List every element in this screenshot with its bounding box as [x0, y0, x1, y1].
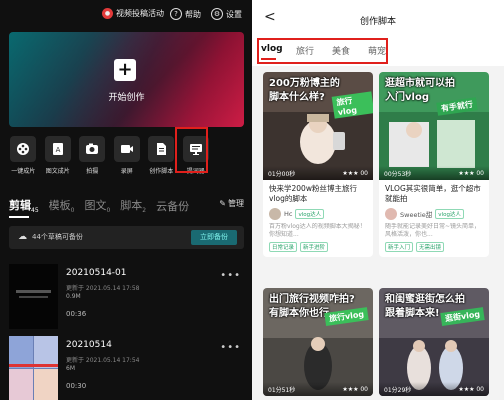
- author-badge: vlog达人: [295, 209, 325, 219]
- script-card-title: 快来学200w粉丝博主旅行vlog的脚本: [269, 184, 357, 203]
- highlight-annotation-box: [175, 127, 208, 173]
- creation-script-screen: < 创作脚本 vlog 旅行 美食 萌宠 200万粉博主的 脚本什么样? 旅行vl…: [252, 0, 504, 400]
- plus-icon: +: [114, 59, 136, 81]
- question-icon: ?: [170, 8, 182, 20]
- tab-image-text[interactable]: 图文0: [84, 197, 110, 214]
- script-card[interactable]: 逛超市就可以拍 入门vlog 有手就行 00分53秒 ★★★ 00 VLOG其实很简…: [379, 72, 489, 257]
- tab-templates[interactable]: 模板0: [49, 197, 75, 214]
- more-options-icon[interactable]: •••: [220, 342, 241, 353]
- script-card[interactable]: 200万粉博主的 脚本什么样? 旅行vlog 01分00秒 ★★★ 00 快来学20…: [263, 72, 373, 257]
- tab-cloud-backup[interactable]: 云备份: [156, 198, 189, 214]
- tag: 无需出镜: [416, 242, 445, 252]
- manage-button[interactable]: ✎ 管理: [219, 198, 244, 209]
- script-card-title: VLOG其实很简单，逛个超市就能拍: [385, 184, 481, 203]
- avatar: [269, 208, 281, 220]
- script-document-icon: [157, 143, 167, 155]
- tool-shoot[interactable]: 拍摄: [75, 136, 110, 178]
- draft-item[interactable]: 20210514 更新于 2021.05.14 17:54 6M 00:30 •…: [9, 336, 249, 400]
- avatar: [385, 208, 397, 220]
- script-card-cover: 逛超市就可以拍 入门vlog 有手就行 00分53秒 ★★★ 00: [379, 72, 489, 180]
- backup-banner: ☁ 44个草稿可备份 立即备份: [9, 226, 244, 249]
- tab-edit[interactable]: 剪辑45: [9, 197, 39, 214]
- svg-text:A: A: [55, 146, 60, 154]
- draft-item[interactable]: 20210514-01 更新于 2021.05.14 17:58 0.9M 00…: [9, 264, 249, 329]
- tool-screen-record[interactable]: 录屏: [110, 136, 145, 178]
- settings-button[interactable]: ⚙ 设置: [211, 8, 242, 20]
- app-home-screen: ● 视频投稿活动 ? 帮助 ⚙ 设置 + 开始创作 一键成片 A 图文成片 拍摄: [0, 0, 252, 400]
- camera-icon: [86, 143, 99, 154]
- highlight-annotation-box: [257, 38, 388, 64]
- edit-icon: ✎: [219, 199, 226, 208]
- script-card-cover: 出门旅行视频咋拍? 有脚本你也行 旅行vlog 01分51秒 ★★★ 00: [263, 288, 373, 396]
- help-button[interactable]: ? 帮助: [170, 8, 201, 20]
- tab-scripts[interactable]: 脚本2: [120, 197, 146, 214]
- fire-icon: ●: [102, 8, 113, 19]
- script-card[interactable]: 和闺蜜逛街怎么拍 跟着脚本来! 逛街vlog 01分29秒 ★★★ 00: [379, 288, 489, 396]
- author-badge: vlog达人: [435, 209, 464, 219]
- tag: 日常记录: [269, 242, 298, 252]
- image-text-icon: A: [52, 143, 63, 155]
- tool-image-text-video[interactable]: A 图文成片: [41, 136, 76, 178]
- script-card-cover: 和闺蜜逛街怎么拍 跟着脚本来! 逛街vlog 01分29秒 ★★★ 00: [379, 288, 489, 396]
- page-title: 创作脚本: [359, 17, 396, 27]
- header: < 创作脚本: [252, 0, 504, 34]
- tool-one-click-video[interactable]: 一键成片: [6, 136, 41, 178]
- top-bar: ● 视频投稿活动 ? 帮助 ⚙ 设置: [0, 0, 252, 30]
- tool-row: 一键成片 A 图文成片 拍摄 录屏 创作脚本 提词器: [6, 136, 248, 178]
- draft-thumbnail: [9, 264, 58, 329]
- draft-tabs: 剪辑45 模板0 图文0 脚本2 云备份: [9, 196, 244, 214]
- gear-icon: ⚙: [211, 8, 223, 20]
- film-reel-icon: [17, 143, 30, 155]
- screen-record-icon: [120, 145, 133, 153]
- more-options-icon[interactable]: •••: [220, 270, 241, 281]
- video-submission-event-link[interactable]: ● 视频投稿活动: [102, 8, 164, 19]
- tool-creation-script[interactable]: 创作脚本: [144, 136, 179, 178]
- script-card-cover: 200万粉博主的 脚本什么样? 旅行vlog 01分00秒 ★★★ 00: [263, 72, 373, 180]
- script-card[interactable]: 出门旅行视频咋拍? 有脚本你也行 旅行vlog 01分51秒 ★★★ 00: [263, 288, 373, 396]
- cloud-upload-icon: ☁: [18, 232, 27, 242]
- start-creating-button[interactable]: + 开始创作: [9, 32, 244, 127]
- backup-now-button[interactable]: 立即备份: [191, 230, 237, 245]
- tag: 新手入门: [385, 242, 414, 252]
- tag: 新手进阶: [300, 242, 329, 252]
- active-tab-indicator: [9, 216, 29, 218]
- draft-thumbnail: [9, 336, 58, 400]
- start-creating-label: 开始创作: [108, 93, 145, 103]
